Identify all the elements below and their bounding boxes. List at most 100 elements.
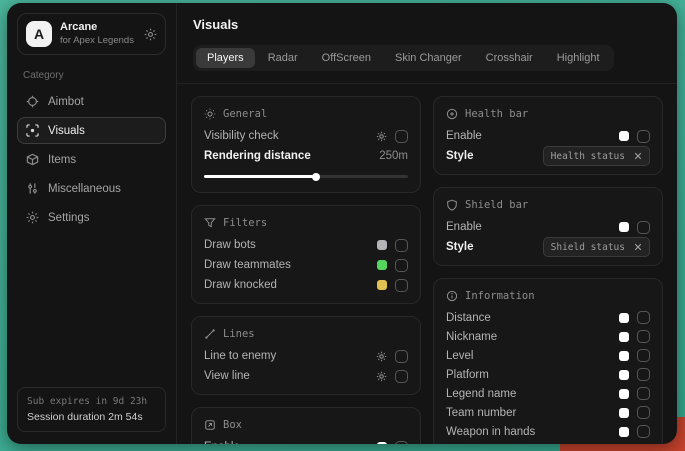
shield-enable-checkbox[interactable]	[637, 221, 650, 234]
gear-icon	[26, 211, 39, 224]
app-title: Arcane	[60, 21, 134, 35]
sidebar-item-label: Visuals	[48, 125, 85, 137]
info-icon	[446, 290, 458, 302]
color-swatch[interactable]	[619, 222, 629, 232]
gear-icon[interactable]	[376, 351, 387, 362]
setting-row-line-to-enemy: Line to enemy	[204, 346, 408, 366]
panel-lines: Lines Line to enemy	[191, 316, 421, 395]
setting-row-team-number: Team number	[446, 403, 650, 422]
color-swatch[interactable]	[619, 408, 629, 418]
funnel-icon	[204, 217, 216, 229]
page-title: Visuals	[193, 17, 661, 32]
health-style-select[interactable]: Health status	[543, 146, 650, 166]
color-swatch[interactable]	[377, 260, 387, 270]
sidebar-item-miscellaneous[interactable]: Miscellaneous	[17, 175, 166, 202]
desktop-background: A Arcane for Apex Legends Category	[0, 0, 685, 451]
weapon-in-hands-checkbox[interactable]	[637, 425, 650, 438]
color-swatch[interactable]	[377, 442, 387, 444]
setting-row-health-style: Style Health status	[446, 146, 650, 166]
color-swatch[interactable]	[619, 389, 629, 399]
app-subtitle: for Apex Legends	[60, 35, 134, 47]
tab-bar: Players Radar OffScreen Skin Changer Cro…	[193, 45, 614, 71]
nickname-checkbox[interactable]	[637, 330, 650, 343]
tab-players[interactable]: Players	[196, 48, 255, 68]
color-swatch[interactable]	[619, 313, 629, 323]
draw-knocked-checkbox[interactable]	[395, 279, 408, 292]
app-window: A Arcane for Apex Legends Category	[7, 3, 677, 444]
distance-checkbox[interactable]	[637, 311, 650, 324]
category-label: Category	[23, 70, 160, 81]
panel-box: Box Enable Enable background	[191, 407, 421, 444]
app-logo: A	[26, 21, 52, 47]
crosshair-icon	[26, 95, 39, 108]
subscription-status-card: Sub expires in 9d 23h Session duration 2…	[17, 387, 166, 432]
main-header: Visuals Players Radar OffScreen Skin Cha…	[177, 3, 677, 84]
line-to-enemy-checkbox[interactable]	[395, 350, 408, 363]
setting-row-platform: Platform	[446, 365, 650, 384]
tab-offscreen[interactable]: OffScreen	[311, 48, 382, 68]
rendering-distance-value: 250m	[379, 150, 408, 162]
panel-title: Filters	[223, 217, 267, 229]
visibility-check-checkbox[interactable]	[395, 130, 408, 143]
sidebar-item-visuals[interactable]: Visuals	[17, 117, 166, 144]
line-icon	[204, 328, 216, 340]
gear-icon[interactable]	[376, 131, 387, 142]
color-swatch[interactable]	[619, 351, 629, 361]
draw-teammates-checkbox[interactable]	[395, 259, 408, 272]
panel-information: Information Distance Nickname	[433, 278, 663, 444]
box-enable-checkbox[interactable]	[395, 441, 408, 445]
legend-name-checkbox[interactable]	[637, 387, 650, 400]
color-swatch[interactable]	[377, 240, 387, 250]
team-number-checkbox[interactable]	[637, 406, 650, 419]
setting-row-health-enable: Enable	[446, 126, 650, 146]
setting-row-box-enable: Enable	[204, 437, 408, 444]
panel-title: Lines	[223, 328, 255, 340]
slider-thumb[interactable]	[312, 173, 320, 181]
setting-row-rendering-distance: Rendering distance 250m	[204, 146, 408, 166]
sidebar-item-label: Miscellaneous	[48, 183, 121, 195]
sidebar-item-settings[interactable]: Settings	[17, 204, 166, 231]
panel-title: Box	[223, 419, 242, 431]
shield-icon	[446, 199, 458, 211]
tab-skin-changer[interactable]: Skin Changer	[384, 48, 473, 68]
tab-highlight[interactable]: Highlight	[546, 48, 611, 68]
level-checkbox[interactable]	[637, 349, 650, 362]
setting-row-distance: Distance	[446, 308, 650, 327]
panel-general: General Visibility check	[191, 96, 421, 193]
setting-row-shield-enable: Enable	[446, 217, 650, 237]
right-column: Health bar Enable Style H	[433, 96, 663, 444]
panel-title: Health bar	[465, 108, 528, 120]
sidebar-item-items[interactable]: Items	[17, 146, 166, 173]
setting-row-nickname: Nickname	[446, 327, 650, 346]
color-swatch[interactable]	[619, 131, 629, 141]
shield-style-select[interactable]: Shield status	[543, 237, 650, 257]
color-swatch[interactable]	[619, 332, 629, 342]
view-line-checkbox[interactable]	[395, 370, 408, 383]
tab-radar[interactable]: Radar	[257, 48, 309, 68]
gear-icon[interactable]	[376, 371, 387, 382]
setting-row-weapon-in-hands: Weapon in hands	[446, 422, 650, 441]
health-enable-checkbox[interactable]	[637, 130, 650, 143]
panel-title: Shield bar	[465, 199, 528, 211]
setting-row-shield-style: Style Shield status	[446, 237, 650, 257]
color-swatch[interactable]	[619, 427, 629, 437]
sun-icon	[204, 108, 216, 120]
draw-bots-checkbox[interactable]	[395, 239, 408, 252]
setting-row-draw-teammates: Draw teammates	[204, 255, 408, 275]
sidebar-item-label: Aimbot	[48, 96, 84, 108]
circle-plus-icon	[446, 108, 458, 120]
color-swatch[interactable]	[619, 370, 629, 380]
close-icon[interactable]	[634, 152, 642, 160]
panel-title: General	[223, 108, 267, 120]
sub-expiry-text: Sub expires in 9d 23h	[27, 396, 156, 407]
platform-checkbox[interactable]	[637, 368, 650, 381]
sidebar-item-aimbot[interactable]: Aimbot	[17, 88, 166, 115]
scan-eye-icon	[26, 124, 39, 137]
gear-icon[interactable]	[144, 28, 157, 41]
color-swatch[interactable]	[377, 280, 387, 290]
panel-filters: Filters Draw bots Draw teammates	[191, 205, 421, 304]
tab-crosshair[interactable]: Crosshair	[475, 48, 544, 68]
panel-title: Information	[465, 290, 535, 302]
close-icon[interactable]	[634, 243, 642, 251]
rendering-distance-slider[interactable]	[204, 170, 408, 182]
